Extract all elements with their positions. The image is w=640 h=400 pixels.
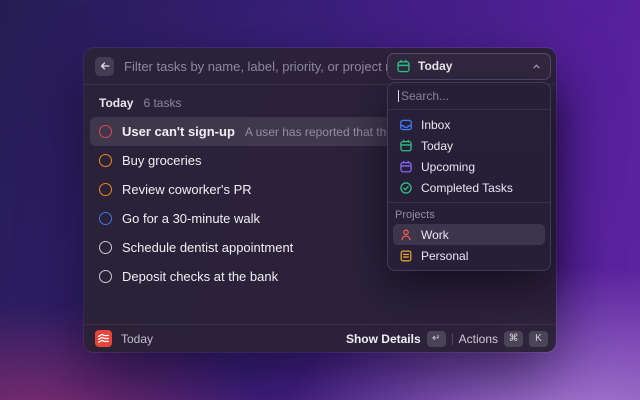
footer-bar: Today Show Details ↵ Actions ⌘ K <box>84 324 556 352</box>
dropdown-item-project-personal[interactable]: Personal <box>393 245 545 266</box>
dropdown-item-label: Work <box>421 228 449 242</box>
command-palette-window: Filter tasks by name, label, priority, o… <box>84 48 556 352</box>
footer-divider <box>452 333 453 345</box>
dropdown-projects-group: Work Personal <box>388 224 550 270</box>
footer-actions: Show Details ↵ Actions ⌘ K <box>346 331 548 347</box>
priority-circle-icon[interactable] <box>99 154 112 167</box>
filter-input[interactable]: Filter tasks by name, label, priority, o… <box>124 59 387 74</box>
dropdown-item-project-work[interactable]: Work <box>393 224 545 245</box>
task-title: Deposit checks at the bank <box>122 269 278 284</box>
arrow-left-icon <box>99 60 111 72</box>
dropdown-item-label: Inbox <box>421 118 450 132</box>
filter-header: Filter tasks by name, label, priority, o… <box>84 48 556 85</box>
task-title: Go for a 30-minute walk <box>122 211 260 226</box>
enter-key-badge: ↵ <box>427 331 446 347</box>
section-title: Today <box>99 96 133 110</box>
calendar-icon <box>399 160 413 174</box>
task-title: User can't sign-up <box>122 124 235 139</box>
dropdown-item-upcoming[interactable]: Upcoming <box>393 156 545 177</box>
view-dropdown-button[interactable]: Today <box>387 53 551 80</box>
dropdown-item-label: Personal <box>421 249 468 263</box>
view-dropdown-label: Today <box>418 59 452 73</box>
dropdown-views-group: Inbox Today Upcoming <box>388 110 550 202</box>
dropdown-item-completed-tasks[interactable]: Completed Tasks <box>393 177 545 198</box>
dropdown-item-label: Today <box>421 139 453 153</box>
view-dropdown-panel: Search... Inbox Today <box>387 82 551 271</box>
dropdown-search-placeholder: Search... <box>401 89 449 103</box>
calendar-icon <box>396 59 411 74</box>
projects-section-label: Projects <box>388 203 550 224</box>
text-caret <box>398 90 399 102</box>
cmd-key-badge: ⌘ <box>504 331 523 347</box>
priority-circle-icon[interactable] <box>99 270 112 283</box>
dropdown-item-inbox[interactable]: Inbox <box>393 114 545 135</box>
person-icon <box>399 228 413 242</box>
task-title: Review coworker's PR <box>122 182 252 197</box>
check-circle-icon <box>399 181 413 195</box>
back-button[interactable] <box>95 57 114 76</box>
priority-circle-icon[interactable] <box>99 241 112 254</box>
k-key-badge: K <box>529 331 548 347</box>
inbox-icon <box>399 118 413 132</box>
actions-button[interactable]: Actions <box>459 332 498 346</box>
section-task-count: 6 tasks <box>143 96 181 110</box>
dropdown-item-label: Completed Tasks <box>421 181 513 195</box>
priority-circle-icon[interactable] <box>99 183 112 196</box>
journal-box-icon <box>399 249 413 263</box>
priority-circle-icon[interactable] <box>99 125 112 138</box>
chevron-up-icon <box>531 61 542 72</box>
calendar-icon <box>399 139 413 153</box>
task-title: Schedule dentist appointment <box>122 240 293 255</box>
priority-circle-icon[interactable] <box>99 212 112 225</box>
dropdown-item-today[interactable]: Today <box>393 135 545 156</box>
show-details-button[interactable]: Show Details <box>346 332 421 346</box>
footer-context-label: Today <box>121 332 153 346</box>
desktop-background: Filter tasks by name, label, priority, o… <box>0 0 640 400</box>
todoist-logo-icon <box>95 330 112 347</box>
dropdown-search-input[interactable]: Search... <box>388 83 550 110</box>
dropdown-item-label: Upcoming <box>421 160 475 174</box>
task-title: Buy groceries <box>122 153 201 168</box>
